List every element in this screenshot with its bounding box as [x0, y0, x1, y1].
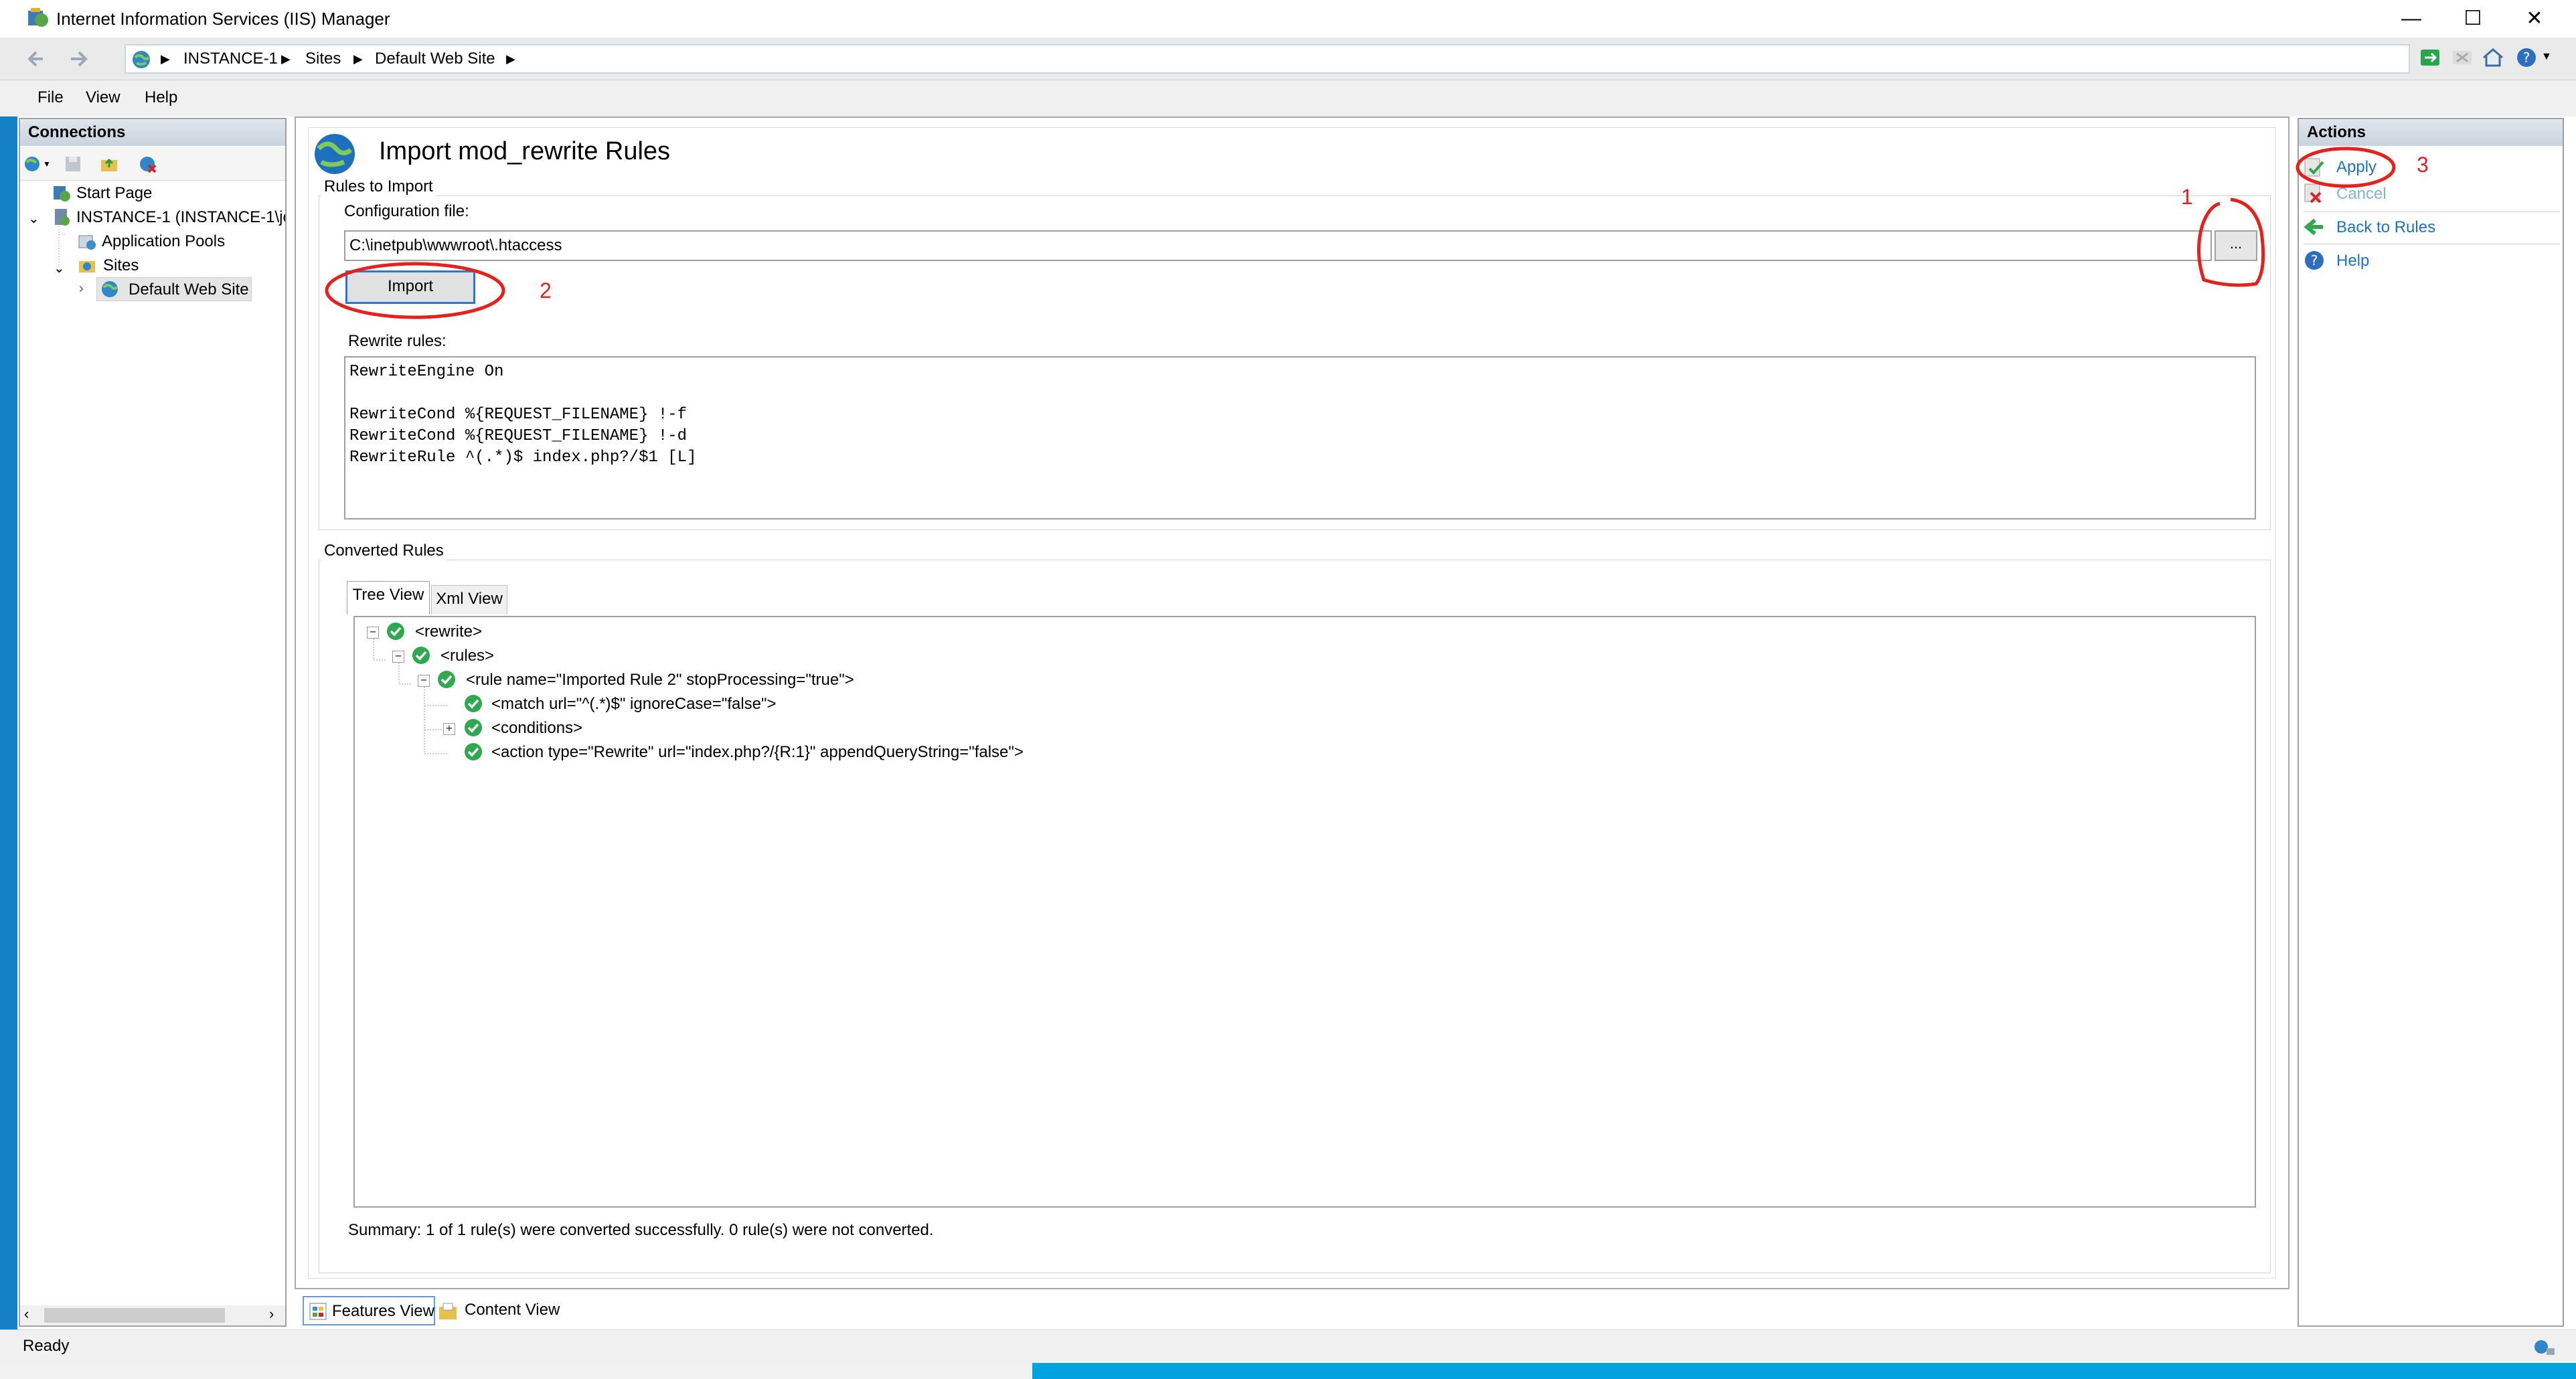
collapse-icon[interactable]: − [418, 675, 430, 687]
check-icon [465, 719, 482, 736]
help-icon: ? [2305, 251, 2324, 270]
menu-file[interactable]: File [37, 87, 64, 108]
menu-help[interactable]: Help [145, 87, 177, 108]
globe-icon [315, 134, 355, 174]
iis-app-icon [28, 8, 48, 27]
svg-text:?: ? [2523, 50, 2530, 66]
annotation-circle-apply [2296, 147, 2396, 188]
folder-up-icon[interactable] [99, 154, 119, 174]
tree-node-rule[interactable]: <rule name="Imported Rule 2" stopProcess… [466, 669, 854, 691]
menu-bar [0, 80, 2576, 116]
check-icon [387, 623, 404, 640]
check-icon [465, 695, 482, 712]
chevron-right-icon[interactable]: › [269, 1305, 274, 1323]
home-icon[interactable] [2481, 46, 2505, 70]
tree-item-default-web-site[interactable]: Default Web Site [129, 278, 249, 301]
actions-title: Actions [2307, 123, 2366, 141]
connect-icon[interactable] [23, 154, 43, 174]
stop-icon[interactable] [2450, 46, 2474, 70]
annotation-number-3: 3 [2417, 153, 2429, 177]
annotation-number-2: 2 [540, 278, 552, 303]
minimize-button[interactable]: — [2381, 0, 2442, 37]
refresh-icon[interactable] [2418, 46, 2442, 70]
network-status-icon [2534, 1340, 2555, 1355]
close-button[interactable]: ✕ [2504, 0, 2565, 37]
configuration-file-label: Configuration file: [344, 202, 469, 220]
check-icon [438, 671, 455, 688]
annotation-number-1: 1 [2181, 185, 2193, 209]
connections-title: Connections [28, 123, 126, 141]
converted-rules-label: Converted Rules [321, 541, 447, 561]
breadcrumb-default-web-site[interactable]: Default Web Site [375, 46, 495, 72]
window-title: Internet Information Services (IIS) Mana… [56, 9, 390, 29]
back-to-rules-link[interactable]: Back to Rules [2336, 217, 2435, 238]
configuration-file-input[interactable]: C:\inetpub\wwwroot\.htaccess [344, 230, 2212, 261]
chevron-down-icon[interactable]: ▼ [43, 159, 51, 169]
status-bar [0, 1329, 2576, 1363]
forward-arrow-icon[interactable] [64, 44, 94, 74]
chevron-right-icon: ▶ [506, 52, 515, 66]
tree-node-match[interactable]: <match url="^(.*)$" ignoreCase="false"> [491, 694, 777, 715]
breadcrumb-sites[interactable]: Sites [305, 46, 341, 72]
chevron-down-icon[interactable]: ⌄ [54, 260, 65, 276]
tree-node-action[interactable]: <action type="Rewrite" url="index.php?/{… [491, 742, 1024, 763]
tree-node-rules[interactable]: <rules> [440, 645, 494, 667]
chevron-down-icon[interactable]: ▼ [2541, 51, 2552, 63]
chevron-right-icon[interactable]: › [79, 281, 84, 297]
features-view-icon [309, 1303, 327, 1320]
server-icon [55, 209, 70, 226]
scrollbar-thumb[interactable] [44, 1308, 225, 1323]
chevron-right-icon: ▶ [161, 52, 170, 66]
taskbar-segment [0, 1363, 1032, 1379]
breadcrumb-instance[interactable]: INSTANCE-1 [183, 46, 278, 72]
check-icon [412, 647, 430, 664]
tree-item-start-page[interactable]: Start Page [76, 182, 152, 205]
globe-icon [133, 51, 150, 68]
sites-folder-icon [79, 261, 95, 272]
maximize-button[interactable]: ☐ [2442, 0, 2504, 37]
svg-text:?: ? [2311, 252, 2318, 268]
disconnect-icon[interactable] [138, 154, 158, 174]
conversion-summary: Summary: 1 of 1 rule(s) were converted s… [348, 1221, 934, 1239]
help-action-link[interactable]: Help [2336, 250, 2369, 272]
tree-item-instance[interactable]: INSTANCE-1 (INSTANCE-1\jor [76, 206, 285, 229]
back-arrow-icon[interactable] [23, 44, 52, 74]
rewrite-rules-label: Rewrite rules: [348, 332, 447, 350]
collapse-icon[interactable]: − [392, 651, 404, 663]
chevron-right-icon: ▶ [353, 52, 363, 66]
breadcrumb[interactable]: ▶ INSTANCE-1 ▶ Sites ▶ Default Web Site … [125, 44, 2410, 74]
chevron-left-icon[interactable]: ‹ [24, 1305, 29, 1323]
tree-item-application-pools[interactable]: Application Pools [102, 230, 225, 253]
annotation-circle-import [325, 262, 505, 319]
annotation-circle-browse [2197, 197, 2265, 287]
help-icon[interactable]: ? [2514, 46, 2539, 70]
tree-item-sites[interactable]: Sites [103, 254, 139, 277]
globe-icon [102, 281, 118, 297]
chevron-down-icon[interactable]: ⌄ [28, 210, 39, 227]
expand-icon[interactable]: + [443, 723, 455, 735]
status-text: Ready [23, 1337, 70, 1355]
tab-tree-view[interactable]: Tree View [347, 581, 430, 615]
actions-panel [2298, 118, 2564, 1327]
rewrite-rules-textarea[interactable]: RewriteEngine On RewriteCond %{REQUEST_F… [344, 356, 2256, 519]
menu-view[interactable]: View [86, 87, 120, 108]
application-pools-icon [78, 235, 96, 250]
rules-to-import-label: Rules to Import [321, 177, 436, 197]
tree-node-conditions[interactable]: <conditions> [491, 718, 582, 739]
back-arrow-icon [2304, 218, 2323, 236]
collapse-icon[interactable]: − [367, 627, 379, 639]
page-title: Import mod_rewrite Rules [379, 137, 671, 165]
desktop-edge [0, 0, 17, 1363]
tree-node-rewrite[interactable]: <rewrite> [415, 621, 482, 643]
start-page-icon [54, 186, 70, 201]
check-icon [465, 743, 482, 760]
chevron-right-icon: ▶ [281, 52, 291, 66]
save-icon[interactable] [63, 154, 83, 174]
tab-xml-view[interactable]: Xml View [431, 585, 507, 615]
content-view-icon [439, 1303, 457, 1319]
